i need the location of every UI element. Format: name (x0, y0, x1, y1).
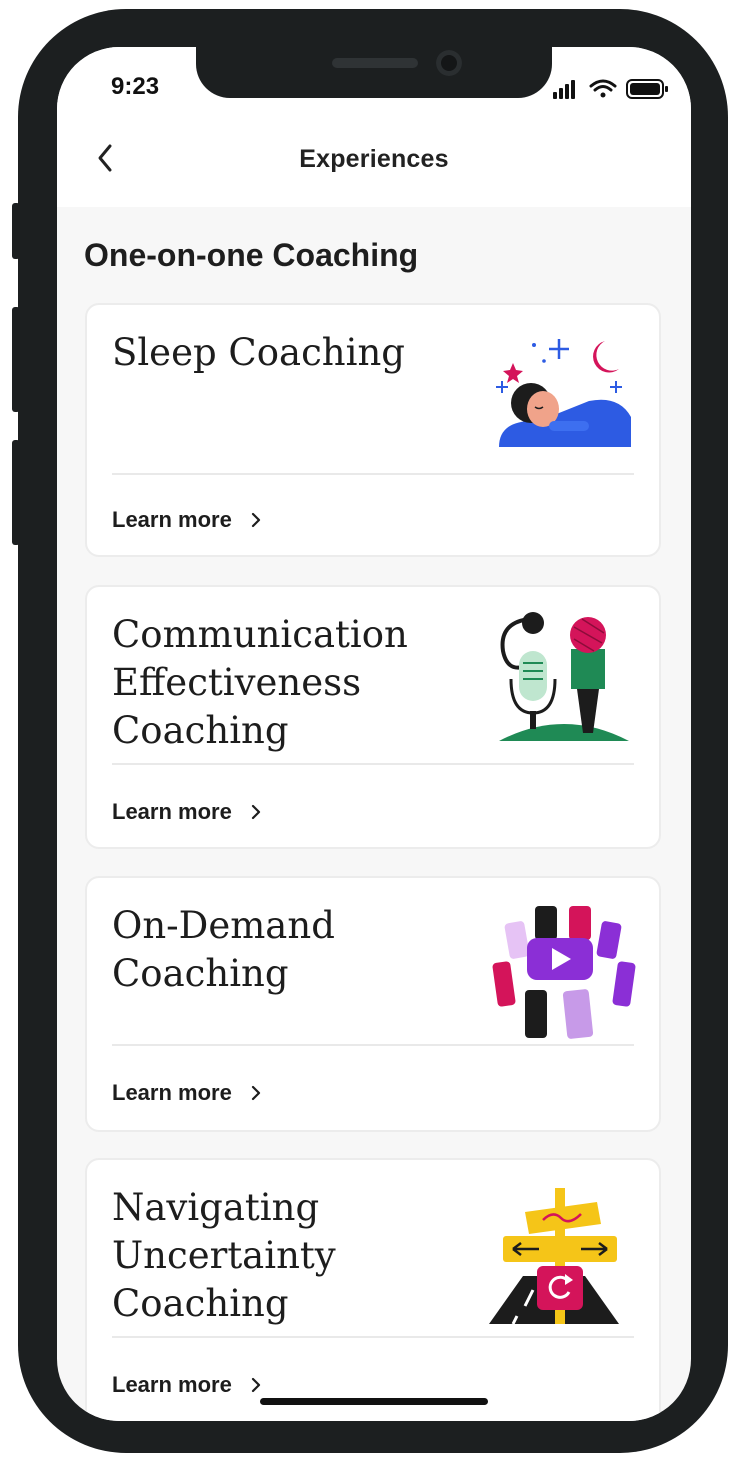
microphones-illustration (499, 612, 629, 741)
notch (196, 40, 552, 98)
speaker-grille (332, 58, 418, 68)
card-divider (112, 763, 634, 765)
card-navigating-uncertainty-coaching[interactable]: Navigating Uncertainty Coaching Learn mo… (85, 1158, 661, 1421)
video-phones-illustration (492, 906, 636, 1039)
sleeping-person-illustration (496, 339, 631, 447)
learn-more-label: Learn more (112, 1372, 232, 1397)
card-title: Communication Effectiveness Coaching (112, 613, 408, 752)
chevron-right-icon (251, 804, 260, 820)
signpost-illustration (489, 1188, 619, 1324)
status-icons (553, 79, 668, 99)
card-sleep-coaching[interactable]: Sleep Coaching Learn more (85, 303, 661, 557)
card-title: Sleep Coaching (112, 331, 405, 374)
learn-more-link[interactable]: Learn more (112, 507, 264, 533)
home-indicator[interactable] (260, 1398, 488, 1405)
battery-icon (626, 79, 668, 99)
card-divider (112, 473, 634, 475)
card-on-demand-coaching[interactable]: On-Demand Coaching Learn more (85, 876, 661, 1132)
volume-down-button (12, 440, 20, 545)
front-camera (436, 50, 462, 76)
status-time: 9:23 (111, 73, 160, 100)
learn-more-label: Learn more (112, 507, 232, 532)
card-divider (112, 1044, 634, 1046)
learn-more-label: Learn more (112, 1080, 232, 1105)
card-title: Navigating Uncertainty Coaching (112, 1186, 336, 1325)
learn-more-link[interactable]: Learn more (112, 799, 264, 825)
screen: 9:23 Experiences One-on-one Coaching Sle… (57, 47, 691, 1421)
chevron-right-icon (251, 1377, 260, 1393)
page-title: Experiences (299, 145, 449, 173)
volume-up-button (12, 307, 20, 412)
learn-more-label: Learn more (112, 799, 232, 824)
signal-icon (553, 80, 575, 99)
learn-more-link[interactable]: Learn more (112, 1080, 264, 1106)
chevron-right-icon (251, 1085, 260, 1101)
card-communication-coaching[interactable]: Communication Effectiveness Coaching Lea… (85, 585, 661, 849)
section-heading: One-on-one Coaching (84, 237, 419, 273)
card-title: On-Demand Coaching (112, 904, 335, 995)
mute-switch (12, 203, 20, 259)
wifi-icon (589, 79, 617, 98)
learn-more-link[interactable]: Learn more (112, 1372, 264, 1398)
card-divider (112, 1336, 634, 1338)
chevron-right-icon (251, 512, 260, 528)
